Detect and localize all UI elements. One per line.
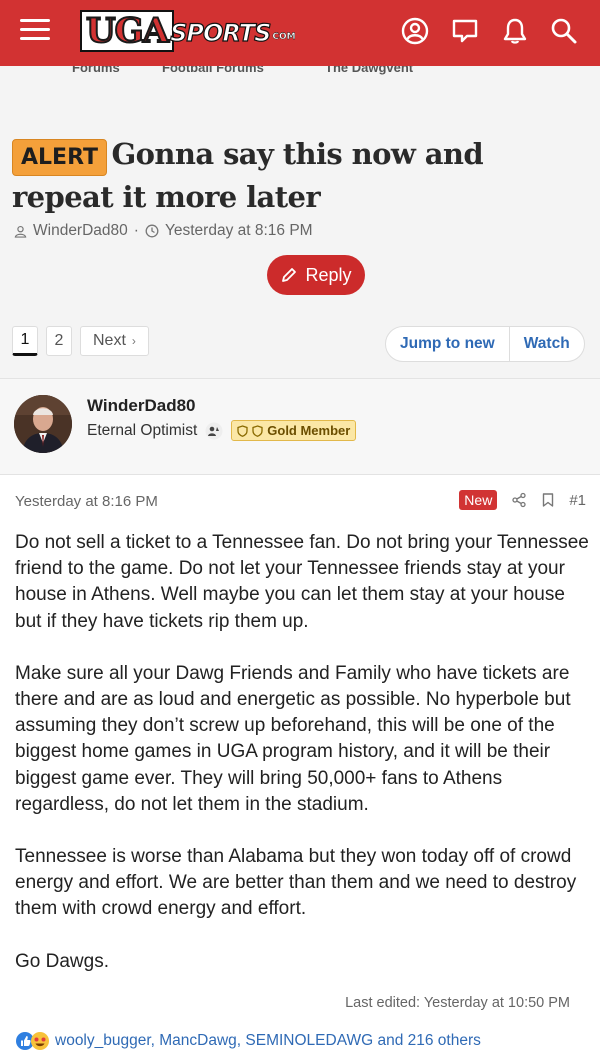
reaction-icons	[16, 1032, 49, 1050]
logo-com-text: COM	[272, 32, 296, 42]
breadcrumb-item-dawgvent[interactable]: The Dawgvent	[325, 66, 413, 75]
post-paragraph: Go Dawgs.	[15, 950, 109, 972]
logo-uga-text: UGA	[80, 10, 175, 52]
logo-sports-text: SPORTS	[169, 18, 272, 47]
reply-label: Reply	[305, 264, 352, 285]
post-body: Do not sell a ticket to a Tennessee fan.…	[15, 530, 590, 1001]
bookmark-icon[interactable]	[541, 492, 555, 508]
gold-member-badge: Gold Member	[231, 420, 357, 441]
site-header: UGA SPORTS COM	[0, 0, 600, 72]
post-date[interactable]: Yesterday at 8:16 PM	[15, 493, 158, 510]
meta-separator: ·	[133, 222, 139, 239]
next-arrow-icon: ›	[131, 334, 136, 348]
post-paragraph: Tennessee is worse than Alabama but they…	[15, 846, 577, 920]
alerts-icon[interactable]	[500, 16, 530, 46]
reply-button[interactable]: Reply	[267, 255, 365, 295]
user-group-icon	[205, 422, 223, 439]
post-paragraph: Do not sell a ticket to a Tennessee fan.…	[15, 532, 589, 632]
avatar[interactable]	[14, 395, 72, 453]
jump-to-new-button[interactable]: Jump to new	[386, 327, 509, 361]
post: WinderDad80 Eternal Optimist Gold Member…	[0, 378, 600, 1063]
avatar-image	[14, 395, 72, 453]
thread-time[interactable]: Yesterday at 8:16 PM	[165, 222, 313, 240]
menu-icon[interactable]	[20, 19, 50, 45]
chat-icon[interactable]	[450, 16, 480, 46]
post-paragraph: Make sure all your Dawg Friends and Fami…	[15, 662, 571, 815]
reactions-bar[interactable]: wooly_bugger, MancDawg, SEMINOLEDAWG and…	[15, 1031, 481, 1051]
post-username[interactable]: WinderDad80	[87, 396, 195, 416]
share-icon[interactable]	[511, 492, 527, 508]
shield-icon	[237, 424, 248, 437]
alert-prefix-badge: ALERT	[12, 139, 108, 176]
new-badge: New	[459, 490, 498, 510]
next-page-button[interactable]: Next ›	[80, 326, 149, 356]
post-tools: New #1	[459, 490, 586, 510]
account-icon[interactable]	[400, 16, 430, 46]
last-edited: Last edited: Yesterday at 10:50 PM	[345, 995, 570, 1011]
post-user-bar: WinderDad80 Eternal Optimist Gold Member	[0, 379, 600, 475]
breadcrumb-item-football-forums[interactable]: Football Forums	[162, 66, 264, 75]
thread-title-block: ALERT Gonna say this now and repeat it m…	[12, 133, 588, 218]
thread-actions: Jump to new Watch	[385, 326, 585, 362]
pencil-icon	[282, 268, 297, 282]
page-2-link[interactable]: 2	[46, 326, 72, 356]
breadcrumb-item-forums[interactable]: Forums	[72, 66, 120, 75]
user-icon	[14, 225, 27, 238]
thread-author[interactable]: WinderDad80	[33, 222, 128, 240]
site-logo[interactable]: UGA SPORTS COM	[80, 10, 296, 52]
gold-member-label: Gold Member	[267, 423, 351, 438]
reactions-text: wooly_bugger, MancDawg, SEMINOLEDAWG and…	[55, 1032, 481, 1049]
next-label: Next	[93, 332, 126, 349]
post-number[interactable]: #1	[569, 492, 586, 509]
breadcrumb: Forums Football Forums The Dawgvent	[0, 66, 600, 78]
clock-icon	[145, 224, 159, 238]
watch-button[interactable]: Watch	[510, 327, 584, 361]
pagination: 1 2 Next ›	[12, 326, 149, 356]
user-title-row: Eternal Optimist Gold Member	[87, 420, 357, 441]
thread-meta: WinderDad80 · Yesterday at 8:16 PM	[14, 222, 313, 240]
search-icon[interactable]	[549, 16, 579, 46]
user-title: Eternal Optimist	[87, 421, 198, 439]
shield-icon	[252, 424, 263, 437]
page-1-link[interactable]: 1	[12, 326, 38, 356]
